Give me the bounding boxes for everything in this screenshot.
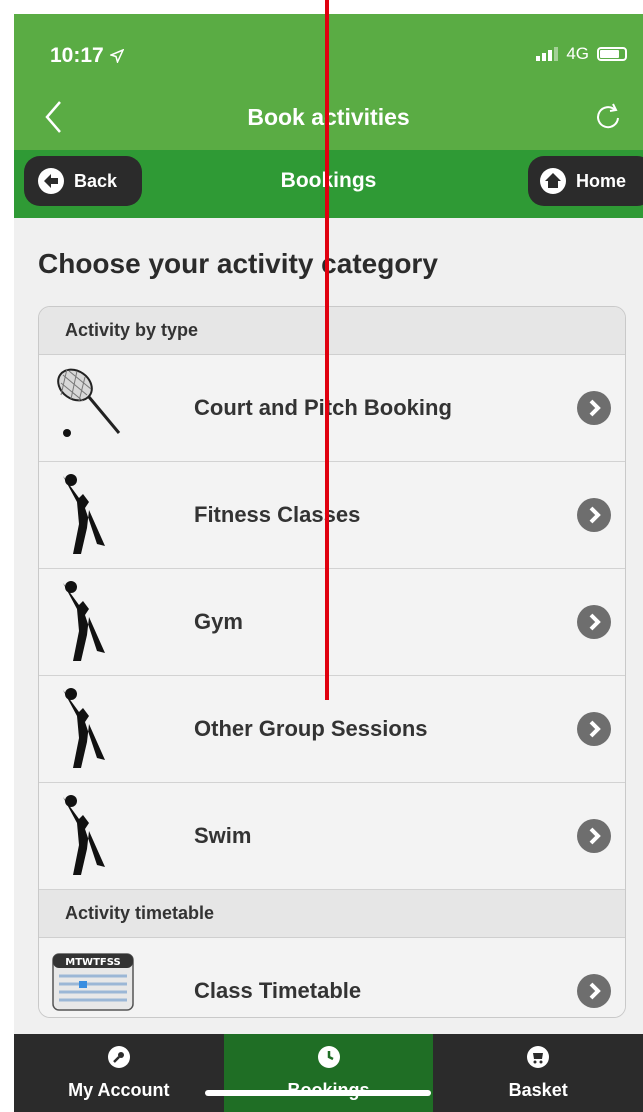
tab-bookings[interactable]: Bookings [223, 1034, 434, 1112]
annotation-red-line [325, 0, 329, 700]
tab-label: My Account [68, 1080, 170, 1100]
activity-category-list: Activity by type Court and Pitch Booking… [38, 306, 626, 1018]
list-item-fitness-classes[interactable]: Fitness Classes [39, 462, 625, 569]
tab-basket[interactable]: Basket [433, 1034, 643, 1112]
home-button[interactable]: Home [528, 156, 643, 206]
key-icon [107, 1046, 130, 1068]
bottom-tab-bar: My Account Bookings Basket [14, 1034, 643, 1112]
chevron-right-icon [577, 974, 611, 1008]
list-item-swim[interactable]: Swim [39, 783, 625, 890]
list-item-label: Fitness Classes [194, 502, 361, 527]
list-item-court-and-pitch-booking[interactable]: Court and Pitch Booking [39, 355, 625, 462]
chevron-right-icon [577, 498, 611, 532]
cart-icon [527, 1046, 550, 1068]
chevron-right-icon [577, 605, 611, 639]
chevron-right-icon [577, 712, 611, 746]
list-item-label: Gym [194, 609, 243, 634]
calendar-header-text: MTWTFSS [65, 957, 120, 968]
home-indicator[interactable] [205, 1090, 431, 1096]
house-icon [540, 168, 566, 194]
stretching-person-icon [63, 688, 105, 768]
status-time: 10:17 [50, 44, 125, 68]
tennis-racket-icon [57, 368, 121, 437]
page-heading: Choose your activity category [38, 248, 438, 279]
signal-icon [536, 47, 559, 61]
tab-label: Basket [508, 1080, 568, 1100]
chevron-right-icon [577, 391, 611, 425]
list-item-label: Class Timetable [194, 978, 362, 1003]
clock-icon [317, 1046, 340, 1068]
battery-icon [597, 47, 627, 61]
refresh-icon[interactable] [593, 102, 623, 132]
home-button-label: Home [576, 170, 627, 191]
list-item-class-timetable[interactable]: MTWTFSS Class Timetable [39, 938, 625, 1017]
list-item-gym[interactable]: Gym [39, 569, 625, 676]
list-item-label: Court and Pitch Booking [194, 395, 452, 420]
calendar-icon: MTWTFSS [52, 953, 134, 1011]
section-header-activity-by-type: Activity by type [39, 307, 625, 355]
location-arrow-icon [108, 49, 125, 65]
section-header-activity-timetable: Activity timetable [39, 890, 625, 938]
stretching-person-icon [63, 474, 105, 554]
list-item-label: Swim [194, 823, 252, 848]
tab-my-account[interactable]: My Account [14, 1034, 224, 1112]
network-type: 4G [566, 44, 589, 63]
stretching-person-icon [63, 581, 105, 661]
stretching-person-icon [63, 795, 105, 875]
list-item-other-group-sessions[interactable]: Other Group Sessions [39, 676, 625, 783]
status-indicators: 4G [536, 44, 627, 64]
list-item-label: Other Group Sessions [194, 716, 428, 741]
chevron-right-icon [577, 819, 611, 853]
